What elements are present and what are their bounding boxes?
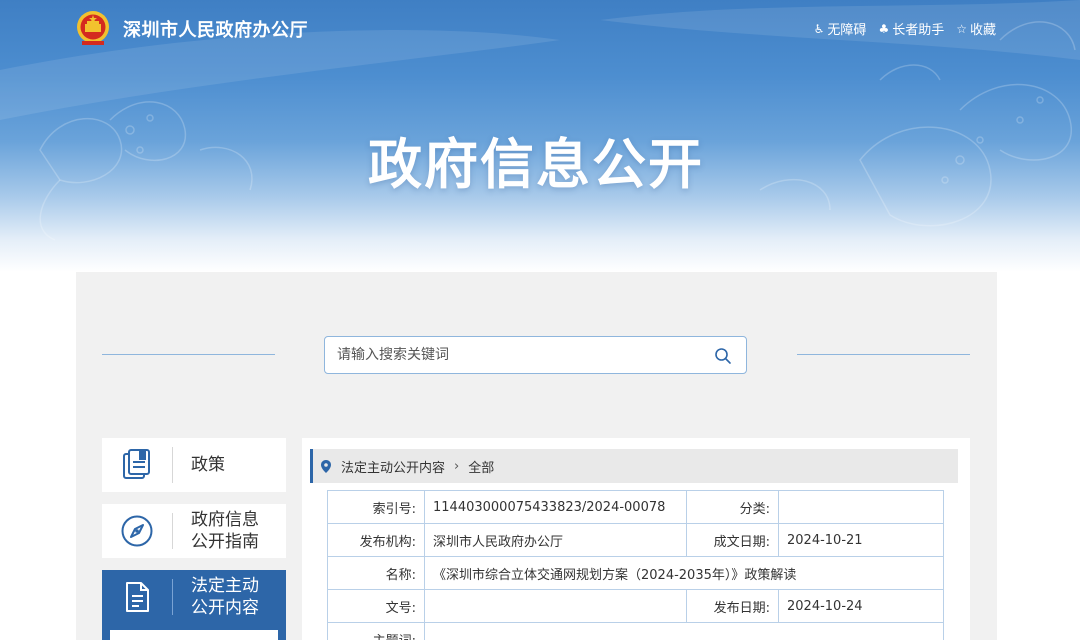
document-info-table: 索引号: 114403000075433823/2024-00078 分类: 发… <box>327 490 944 640</box>
topic-value <box>424 622 944 640</box>
sidebar-item-label: 政府信息 公开指南 <box>173 509 259 553</box>
breadcrumb-chevron-icon: › <box>454 458 460 474</box>
star-icon: ☆ <box>956 21 967 36</box>
sidebar-label-line: 政策 <box>191 455 225 475</box>
policy-document-icon <box>123 449 150 479</box>
favorite-button[interactable]: ☆ 收藏 <box>956 19 996 39</box>
accessibility-button[interactable]: ♿ 无障碍 <box>813 19 867 39</box>
search-input[interactable] <box>337 345 707 365</box>
breadcrumb-item-statutory[interactable]: 法定主动公开内容 <box>341 457 445 476</box>
sidebar-item-guide[interactable]: 政府信息 公开指南 <box>102 504 286 558</box>
index-label: 索引号: <box>327 490 425 524</box>
sidebar-submenu-item[interactable] <box>110 630 278 640</box>
table-row: 文号: 发布日期: 2024-10-24 <box>327 589 944 623</box>
national-emblem-icon <box>77 11 109 45</box>
index-value: 114403000075433823/2024-00078 <box>424 490 687 524</box>
sidebar-item-policy[interactable]: 政策 <box>102 438 286 492</box>
site-name[interactable]: 深圳市人民政府办公厅 <box>123 16 308 42</box>
search-box <box>324 336 747 374</box>
wheelchair-icon: ♿ <box>813 21 825 36</box>
name-value: 《深圳市综合立体交通网规划方案（2024-2035年）》政策解读 <box>424 556 944 590</box>
location-pin-icon <box>321 459 331 473</box>
category-value <box>778 490 944 524</box>
top-bar: 深圳市人民政府办公厅 ♿ 无障碍 ♣ 长者助手 ☆ 收藏 <box>0 0 1080 60</box>
category-label: 分类: <box>686 490 779 524</box>
elder-icon: ♣ <box>878 21 890 36</box>
table-row: 发布机构: 深圳市人民政府办公厅 成文日期: 2024-10-21 <box>327 523 944 557</box>
hero-title: 政府信息公开 <box>368 133 704 196</box>
favorite-label: 收藏 <box>969 23 996 38</box>
publisher-value: 深圳市人民政府办公厅 <box>424 523 687 557</box>
sidebar-label-line: 政府信息 <box>191 510 259 530</box>
table-row: 索引号: 114403000075433823/2024-00078 分类: <box>327 490 944 524</box>
doc-number-value <box>424 589 687 623</box>
publisher-label: 发布机构: <box>327 523 425 557</box>
published-date-label: 发布日期: <box>686 589 779 623</box>
table-row: 主题词: <box>327 622 944 640</box>
main-container: 政策 政府信息 公开指南 法定主动 <box>76 272 997 640</box>
sidebar-item-label: 法定主动 公开内容 <box>173 575 259 619</box>
search-divider-right <box>797 354 970 355</box>
sidebar-item-statutory-content[interactable]: 法定主动 公开内容 <box>102 570 286 624</box>
breadcrumb-item-all[interactable]: 全部 <box>468 457 494 476</box>
header-banner: 深圳市人民政府办公厅 ♿ 无障碍 ♣ 长者助手 ☆ 收藏 政府信息公开 <box>0 0 1080 272</box>
sidebar-item-label: 政策 <box>173 454 225 476</box>
sidebar-label-line: 公开内容 <box>191 598 259 618</box>
header-tools: ♿ 无障碍 ♣ 长者助手 ☆ 收藏 <box>813 19 996 39</box>
statutory-icon-wrap <box>102 570 172 624</box>
sidebar-label-line: 公开指南 <box>191 532 259 552</box>
topic-label: 主题词: <box>327 622 425 640</box>
file-list-icon <box>126 582 149 612</box>
sidebar-label-line: 法定主动 <box>191 576 259 596</box>
elder-assistant-button[interactable]: ♣ 长者助手 <box>878 19 945 39</box>
policy-icon-wrap <box>102 438 172 492</box>
created-date-label: 成文日期: <box>686 523 779 557</box>
guide-icon-wrap <box>102 504 172 558</box>
search-icon[interactable] <box>714 347 732 365</box>
created-date-value: 2024-10-21 <box>778 523 944 557</box>
breadcrumb: 法定主动公开内容 › 全部 <box>310 449 958 483</box>
compass-icon <box>121 515 153 547</box>
search-divider-left <box>102 354 275 355</box>
table-row: 名称: 《深圳市综合立体交通网规划方案（2024-2035年）》政策解读 <box>327 556 944 590</box>
accessibility-label: 无障碍 <box>827 23 867 38</box>
published-date-value: 2024-10-24 <box>778 589 944 623</box>
elder-assistant-label: 长者助手 <box>892 23 945 38</box>
sidebar-submenu <box>102 624 286 640</box>
doc-number-label: 文号: <box>327 589 425 623</box>
name-label: 名称: <box>327 556 425 590</box>
content-panel: 法定主动公开内容 › 全部 索引号: 114403000075433823/20… <box>302 438 970 640</box>
